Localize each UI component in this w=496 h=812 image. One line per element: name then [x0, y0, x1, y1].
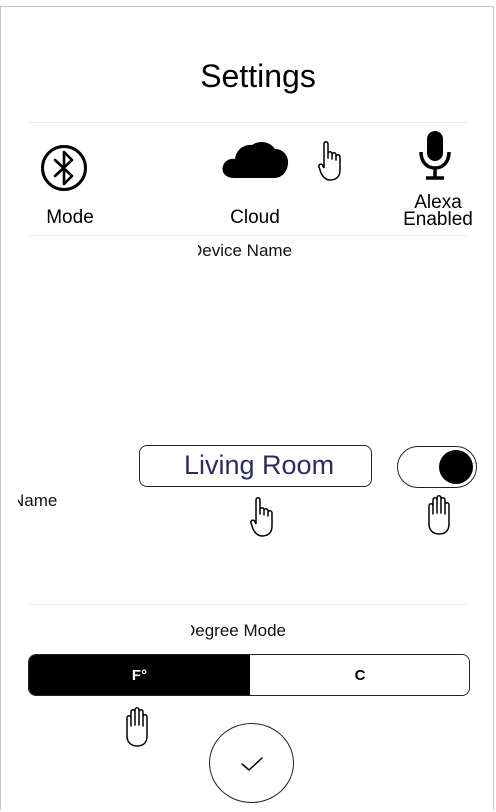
device-name-input[interactable]: Living Room	[139, 445, 372, 487]
hand-pointer-icon	[318, 140, 348, 182]
page-title: Settings	[200, 58, 316, 94]
alexa-option[interactable]	[418, 130, 452, 184]
divider-degree	[28, 604, 468, 605]
open-hand-icon	[122, 706, 152, 748]
mode-label: Mode	[46, 207, 94, 228]
open-hand-icon	[424, 494, 454, 536]
device-toggle[interactable]	[397, 446, 477, 488]
divider-connections	[28, 235, 468, 236]
bluetooth-icon	[41, 145, 87, 191]
toggle-knob	[439, 450, 473, 484]
degree-mode-selector[interactable]: F° C°	[28, 654, 470, 696]
celsius-label: C°	[354, 666, 366, 684]
degree-mode-heading-clip: Degree Mode	[191, 621, 311, 643]
name-label: Name	[18, 491, 58, 510]
cloud-label: Cloud	[230, 207, 280, 228]
microphone-icon	[419, 131, 451, 180]
device-name-heading: Device Name	[198, 241, 293, 260]
device-name-heading-clip: Device Name	[198, 241, 318, 263]
hand-pointer-icon	[250, 496, 280, 538]
name-label-clip: Name	[18, 491, 78, 513]
celsius-option[interactable]: C°	[250, 655, 469, 695]
checkmark-icon	[241, 757, 263, 771]
divider-top	[28, 122, 468, 123]
fahrenheit-option[interactable]: F°	[29, 655, 250, 695]
alexa-label-line2: Enabled	[403, 209, 473, 230]
degree-mode-heading: Degree Mode	[191, 621, 287, 640]
confirm-button[interactable]	[209, 723, 294, 803]
cloud-option[interactable]	[220, 136, 290, 180]
mode-option[interactable]	[40, 142, 88, 194]
cloud-icon	[222, 141, 289, 178]
